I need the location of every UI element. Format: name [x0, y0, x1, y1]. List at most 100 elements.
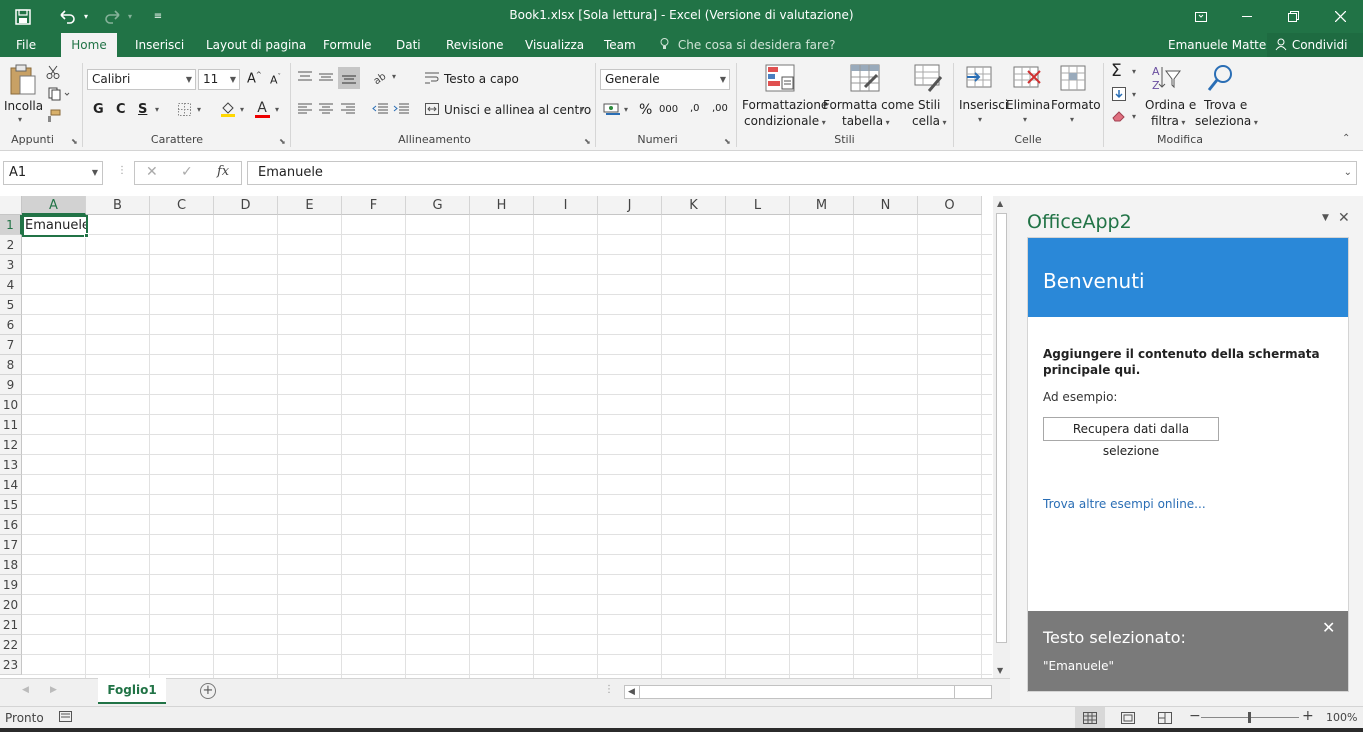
- page-break-view-icon[interactable]: [1158, 712, 1172, 727]
- row-header-11[interactable]: 11: [0, 415, 22, 435]
- restore-icon[interactable]: [1270, 0, 1316, 33]
- format-cells-button[interactable]: Formato: [1051, 98, 1101, 112]
- row-header-23[interactable]: 23: [0, 655, 22, 675]
- column-header-k[interactable]: K: [662, 196, 726, 215]
- paste-icon[interactable]: [9, 64, 41, 96]
- column-header-d[interactable]: D: [214, 196, 278, 215]
- underline-dropdown-icon[interactable]: ▾: [155, 105, 159, 114]
- zoom-slider-thumb[interactable]: [1248, 712, 1251, 723]
- row-header-9[interactable]: 9: [0, 375, 22, 395]
- orientation-icon[interactable]: ab: [372, 69, 390, 85]
- column-header-h[interactable]: H: [470, 196, 534, 215]
- tab-formule[interactable]: Formule: [317, 33, 378, 57]
- normal-view-button[interactable]: [1075, 707, 1105, 728]
- column-header-l[interactable]: L: [726, 196, 790, 215]
- scroll-down-icon[interactable]: ▼: [997, 666, 1003, 675]
- alignment-launcher-icon[interactable]: ⬊: [584, 137, 591, 146]
- tab-layout[interactable]: Layout di pagina: [200, 33, 312, 57]
- horizontal-scrollbar[interactable]: ◀: [624, 685, 992, 699]
- sort-filter-label-2[interactable]: filtra ▾: [1151, 114, 1185, 128]
- column-header-o[interactable]: O: [918, 196, 982, 215]
- user-name[interactable]: Emanuele Mattei: [1168, 33, 1270, 57]
- align-left-icon[interactable]: [297, 101, 313, 117]
- borders-dropdown-icon[interactable]: ▾: [197, 105, 201, 114]
- column-header-i[interactable]: I: [534, 196, 598, 215]
- expand-formula-icon[interactable]: ⌄: [1344, 162, 1352, 184]
- sort-filter-icon[interactable]: AZ: [1150, 63, 1182, 95]
- conditional-formatting-label-1[interactable]: Formattazione: [742, 98, 828, 112]
- font-name-select[interactable]: Calibri ▼: [87, 69, 196, 90]
- number-format-select[interactable]: Generale ▼: [600, 69, 730, 90]
- column-header-g[interactable]: G: [406, 196, 470, 215]
- zoom-out-icon[interactable]: −: [1189, 708, 1201, 724]
- row-header-5[interactable]: 5: [0, 295, 22, 315]
- fill-handle[interactable]: [84, 233, 89, 238]
- insert-cells-dropdown-icon[interactable]: ▾: [978, 115, 982, 124]
- tab-split-grip-icon[interactable]: ⋮: [604, 684, 614, 695]
- format-cells-icon[interactable]: [1058, 63, 1090, 95]
- row-header-1[interactable]: 1: [0, 215, 22, 235]
- tab-file[interactable]: File: [10, 33, 42, 57]
- tab-team[interactable]: Team: [598, 33, 642, 57]
- tab-visualizza[interactable]: Visualizza: [519, 33, 590, 57]
- cut-icon[interactable]: [44, 63, 62, 81]
- percent-button[interactable]: %: [639, 102, 652, 118]
- insert-cells-button[interactable]: Inserisci: [959, 98, 1008, 112]
- orientation-dropdown-icon[interactable]: ▾: [392, 72, 396, 81]
- autosum-dropdown-icon[interactable]: ▾: [1132, 67, 1136, 76]
- row-header-16[interactable]: 16: [0, 515, 22, 535]
- row-header-3[interactable]: 3: [0, 255, 22, 275]
- cell-styles-icon[interactable]: [913, 63, 945, 95]
- decrease-indent-icon[interactable]: [371, 101, 389, 117]
- row-header-20[interactable]: 20: [0, 595, 22, 615]
- cancel-icon[interactable]: ✕: [146, 164, 158, 180]
- format-as-table-label-2[interactable]: tabella ▾: [842, 114, 890, 128]
- fill-dropdown-icon[interactable]: ▾: [1132, 90, 1136, 99]
- row-header-10[interactable]: 10: [0, 395, 22, 415]
- sheet-tab-foglio1[interactable]: Foglio1: [98, 678, 166, 704]
- enter-icon[interactable]: ✓: [181, 164, 193, 180]
- fill-down-icon[interactable]: [1110, 85, 1128, 103]
- row-header-2[interactable]: 2: [0, 235, 22, 255]
- font-size-select[interactable]: 11 ▼: [198, 69, 240, 90]
- row-header-21[interactable]: 21: [0, 615, 22, 635]
- paste-dropdown-icon[interactable]: ▾: [18, 115, 22, 124]
- collapse-ribbon-icon[interactable]: ⌃: [1342, 133, 1350, 144]
- row-header-6[interactable]: 6: [0, 315, 22, 335]
- increase-decimal-button[interactable]: ,0: [690, 103, 700, 114]
- column-header-a[interactable]: A: [22, 196, 86, 215]
- align-middle-icon[interactable]: [318, 69, 334, 85]
- tab-home[interactable]: Home: [61, 33, 117, 58]
- align-top-icon[interactable]: [297, 69, 313, 85]
- page-layout-view-icon[interactable]: [1121, 712, 1135, 727]
- copy-icon[interactable]: [44, 85, 74, 103]
- zoom-level[interactable]: 100%: [1326, 711, 1357, 724]
- row-header-19[interactable]: 19: [0, 575, 22, 595]
- worksheet-grid[interactable]: ABCDEFGHIJKLMNO 1 2 3 4 5 6 7 8 9 10 11 12 13 14 15 16 1…: [0, 196, 992, 678]
- task-pane-close-icon[interactable]: ✕: [1338, 210, 1350, 226]
- macro-record-icon[interactable]: [59, 711, 72, 725]
- zoom-in-icon[interactable]: +: [1302, 708, 1314, 724]
- column-header-f[interactable]: F: [342, 196, 406, 215]
- shrink-font-button[interactable]: Aˇ: [270, 73, 281, 87]
- merge-center-button[interactable]: Unisci e allinea al centro: [444, 103, 591, 117]
- insert-cells-icon[interactable]: [965, 63, 997, 95]
- share-button[interactable]: Condividi: [1267, 33, 1363, 57]
- wrap-text-button[interactable]: Testo a capo: [444, 72, 519, 86]
- accounting-dropdown-icon[interactable]: ▾: [624, 105, 628, 114]
- cell-styles-label-1[interactable]: Stili: [918, 98, 940, 112]
- horizontal-scroll-thumb[interactable]: [639, 686, 955, 698]
- delete-cells-button[interactable]: Elimina: [1006, 98, 1050, 112]
- insert-function-button[interactable]: fx: [217, 164, 229, 179]
- clear-dropdown-icon[interactable]: ▾: [1132, 112, 1136, 121]
- sort-filter-label-1[interactable]: Ordina e: [1145, 98, 1196, 112]
- fill-color-dropdown-icon[interactable]: ▾: [240, 105, 244, 114]
- delete-cells-icon[interactable]: [1012, 63, 1044, 95]
- merge-dropdown-icon[interactable]: ▾: [580, 105, 584, 114]
- get-data-button[interactable]: Recupera dati dalla selezione: [1043, 417, 1219, 458]
- accounting-format-icon[interactable]: [602, 100, 622, 118]
- thousands-button[interactable]: 000: [659, 104, 678, 115]
- borders-icon[interactable]: [176, 101, 192, 117]
- find-select-label-1[interactable]: Trova e: [1204, 98, 1247, 112]
- merge-center-icon[interactable]: [424, 101, 440, 117]
